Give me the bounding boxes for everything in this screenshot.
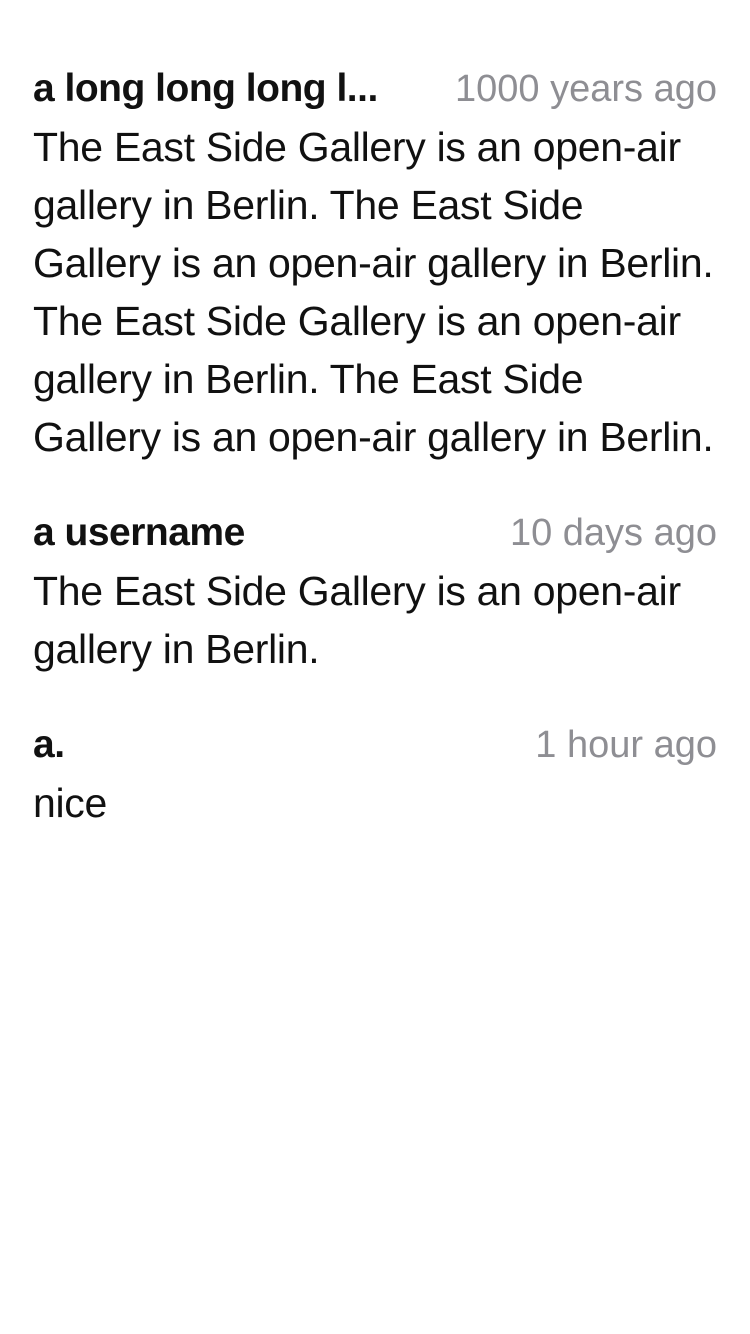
- comment-header: a username 10 days ago: [33, 504, 717, 562]
- comment-timestamp: 10 days ago: [509, 512, 717, 554]
- comment-body: The East Side Gallery is an open-air gal…: [33, 124, 714, 460]
- comment-item[interactable]: a long long long l... 1000 years ago The…: [33, 60, 717, 466]
- comment-username[interactable]: a long long long l...: [33, 60, 378, 118]
- comment-username[interactable]: a username: [33, 504, 245, 562]
- comment-body: The East Side Gallery is an open-air gal…: [33, 568, 681, 672]
- comment-header: a. 1 hour ago: [33, 716, 717, 774]
- comment-header: a long long long l... 1000 years ago: [33, 60, 717, 118]
- comment-item[interactable]: a. 1 hour ago nice: [33, 716, 717, 832]
- comment-timestamp: 1000 years ago: [455, 68, 717, 110]
- comment-item[interactable]: a username 10 days ago The East Side Gal…: [33, 504, 717, 678]
- comment-timestamp: 1 hour ago: [535, 724, 717, 766]
- comment-username[interactable]: a.: [33, 716, 65, 774]
- comment-body: nice: [33, 780, 108, 826]
- comment-list: a long long long l... 1000 years ago The…: [33, 60, 717, 870]
